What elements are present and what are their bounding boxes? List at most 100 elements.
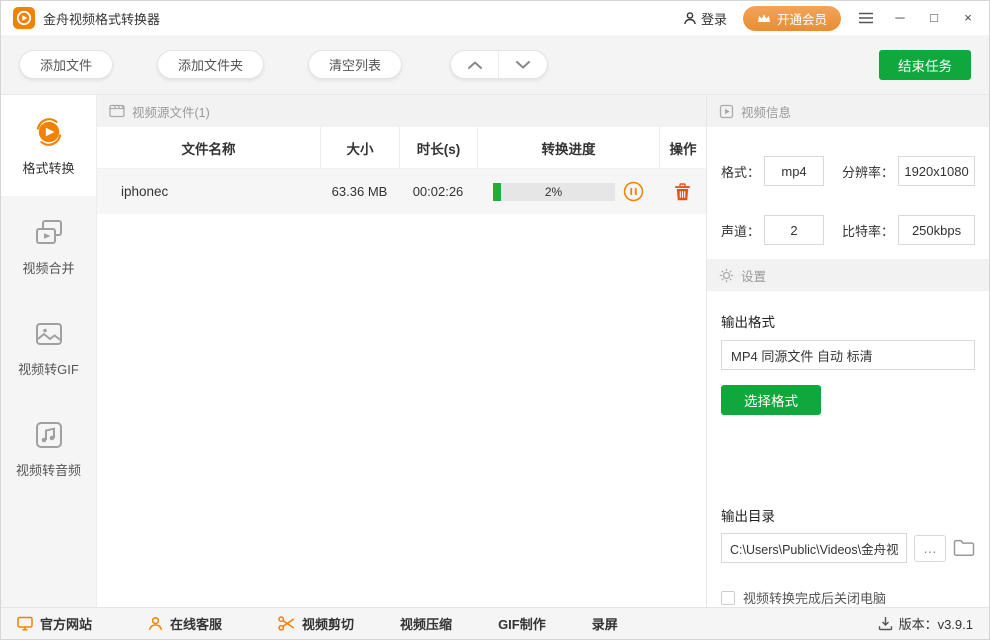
col-header-filename: 文件名称 [97,127,320,168]
monitor-icon [17,616,33,631]
resolution-value-input[interactable] [898,156,975,186]
minimize-button[interactable]: ─ [891,9,909,27]
clear-list-button[interactable]: 清空列表 [308,50,402,79]
chevron-up-icon [468,61,482,69]
shutdown-checkbox[interactable] [721,591,735,605]
sidebar-item-label: 格式转换 [22,158,74,177]
progress-bar: 2% [493,183,615,201]
download-icon [878,616,893,631]
pause-icon [623,181,644,202]
footer-item-video-compress[interactable]: 视频压缩 [400,614,452,633]
bitrate-value-input[interactable] [898,215,975,245]
vip-button[interactable]: 开通会员 [743,6,841,31]
table-header: 文件名称 大小 时长(s) 转换进度 操作 [97,127,706,169]
folder-icon [953,539,975,557]
footer-item-label: GIF制作 [498,614,546,633]
version-info: 版本：v3.9.1 [878,614,973,633]
move-down-button[interactable] [499,51,547,78]
output-dir-label: 输出目录 [721,505,975,525]
cell-size: 63.36 MB [320,184,399,199]
shutdown-option[interactable]: 视频转换完成后关闭电脑 [721,588,975,607]
info-panel: 视频信息 格式： 分辨率： 声道： 比特率： 设置 [706,95,989,607]
support-person-icon [148,616,163,631]
sidebar-item-video-merge[interactable]: 视频合并 [1,196,96,297]
footer-item-official-site[interactable]: 官方网站 [17,614,92,633]
scissors-icon [278,616,295,631]
browse-more-button[interactable]: … [914,535,946,562]
settings-body: 输出格式 选择格式 输出目录 … 视频转换完成后关闭电脑 [707,291,989,607]
version-label: 版本：v3.9.1 [899,614,973,633]
col-header-actions: 操作 [659,127,706,168]
gear-icon [719,268,734,283]
format-convert-icon [32,115,66,149]
col-header-size: 大小 [320,127,399,168]
add-file-button[interactable]: 添加文件 [19,50,113,79]
col-header-duration: 时长(s) [399,127,477,168]
video-merge-icon [33,217,65,249]
progress-label: 2% [493,183,615,201]
select-format-button[interactable]: 选择格式 [721,385,821,415]
channels-value-input[interactable] [764,215,824,245]
bitrate-label: 比特率： [842,221,894,240]
source-files-title: 视频源文件(1) [132,102,210,121]
menu-button[interactable] [857,12,875,24]
footer-item-screen-record[interactable]: 录屏 [592,614,618,633]
move-up-button[interactable] [451,51,499,78]
titlebar: 金舟视频格式转换器 登录 开通会员 ─ □ × [1,1,989,35]
output-format-input[interactable] [721,340,975,370]
video-info-icon [719,104,734,119]
shutdown-label: 视频转换完成后关闭电脑 [743,588,886,607]
sidebar-item-label: 视频转GIF [18,359,79,378]
crown-icon [757,13,771,24]
footer: 官方网站 在线客服 视频剪切 视频压缩 GIF制作 录屏 版本：v3.9.1 [1,607,989,639]
app-title: 金舟视频格式转换器 [43,9,160,28]
format-value-input[interactable] [764,156,824,186]
resolution-label: 分辨率： [842,162,894,181]
pause-button[interactable] [623,181,644,202]
main-area: 视频源文件(1) 文件名称 大小 时长(s) 转换进度 操作 iphonec 6… [97,95,706,607]
sidebar: 格式转换 视频合并 视频转GIF [1,95,97,607]
add-folder-button[interactable]: 添加文件夹 [157,50,264,79]
video-info-header: 视频信息 [707,95,989,127]
close-button[interactable]: × [959,9,977,27]
footer-item-label: 视频剪切 [302,614,354,633]
cell-duration: 00:02:26 [399,184,477,199]
cell-filename: iphonec [97,184,320,199]
toolbar: 添加文件 添加文件夹 清空列表 结束任务 [1,35,989,95]
cell-actions [659,183,706,201]
col-header-progress: 转换进度 [477,127,659,168]
reorder-group [450,50,548,79]
chevron-down-icon [516,61,530,69]
table-row[interactable]: iphonec 63.36 MB 00:02:26 2% [97,169,706,214]
sidebar-item-video-to-audio[interactable]: 视频转音频 [1,398,96,499]
format-label: 格式： [721,162,760,181]
vip-label: 开通会员 [777,9,827,28]
sidebar-item-format-convert[interactable]: 格式转换 [1,95,96,196]
footer-item-label: 官方网站 [40,614,92,633]
sidebar-item-label: 视频合并 [22,258,74,277]
info-row-1: 格式： 分辨率： [721,156,975,186]
output-dir-row: … [721,533,975,563]
login-label: 登录 [701,9,727,28]
output-dir-input[interactable] [721,533,907,563]
open-folder-button[interactable] [953,539,975,557]
app-window: 金舟视频格式转换器 登录 开通会员 ─ □ × 添加文件 添加文件夹 清空列表 [0,0,990,640]
delete-button[interactable] [674,183,691,201]
footer-item-label: 在线客服 [170,614,222,633]
video-to-gif-icon [33,318,65,350]
login-button[interactable]: 登录 [683,9,727,28]
video-info-fields: 格式： 分辨率： 声道： 比特率： [707,127,989,245]
footer-item-gif-maker[interactable]: GIF制作 [498,614,546,633]
sidebar-item-video-to-gif[interactable]: 视频转GIF [1,297,96,398]
footer-item-label: 视频压缩 [400,614,452,633]
settings-header: 设置 [707,259,989,291]
video-info-title: 视频信息 [741,102,791,121]
footer-item-video-cut[interactable]: 视频剪切 [278,614,354,633]
end-task-button[interactable]: 结束任务 [879,50,971,80]
footer-item-online-support[interactable]: 在线客服 [148,614,222,633]
body: 格式转换 视频合并 视频转GIF [1,95,989,607]
user-icon [683,11,697,25]
maximize-button[interactable]: □ [925,9,943,27]
info-row-2: 声道： 比特率： [721,215,975,245]
cell-progress: 2% [477,181,659,202]
